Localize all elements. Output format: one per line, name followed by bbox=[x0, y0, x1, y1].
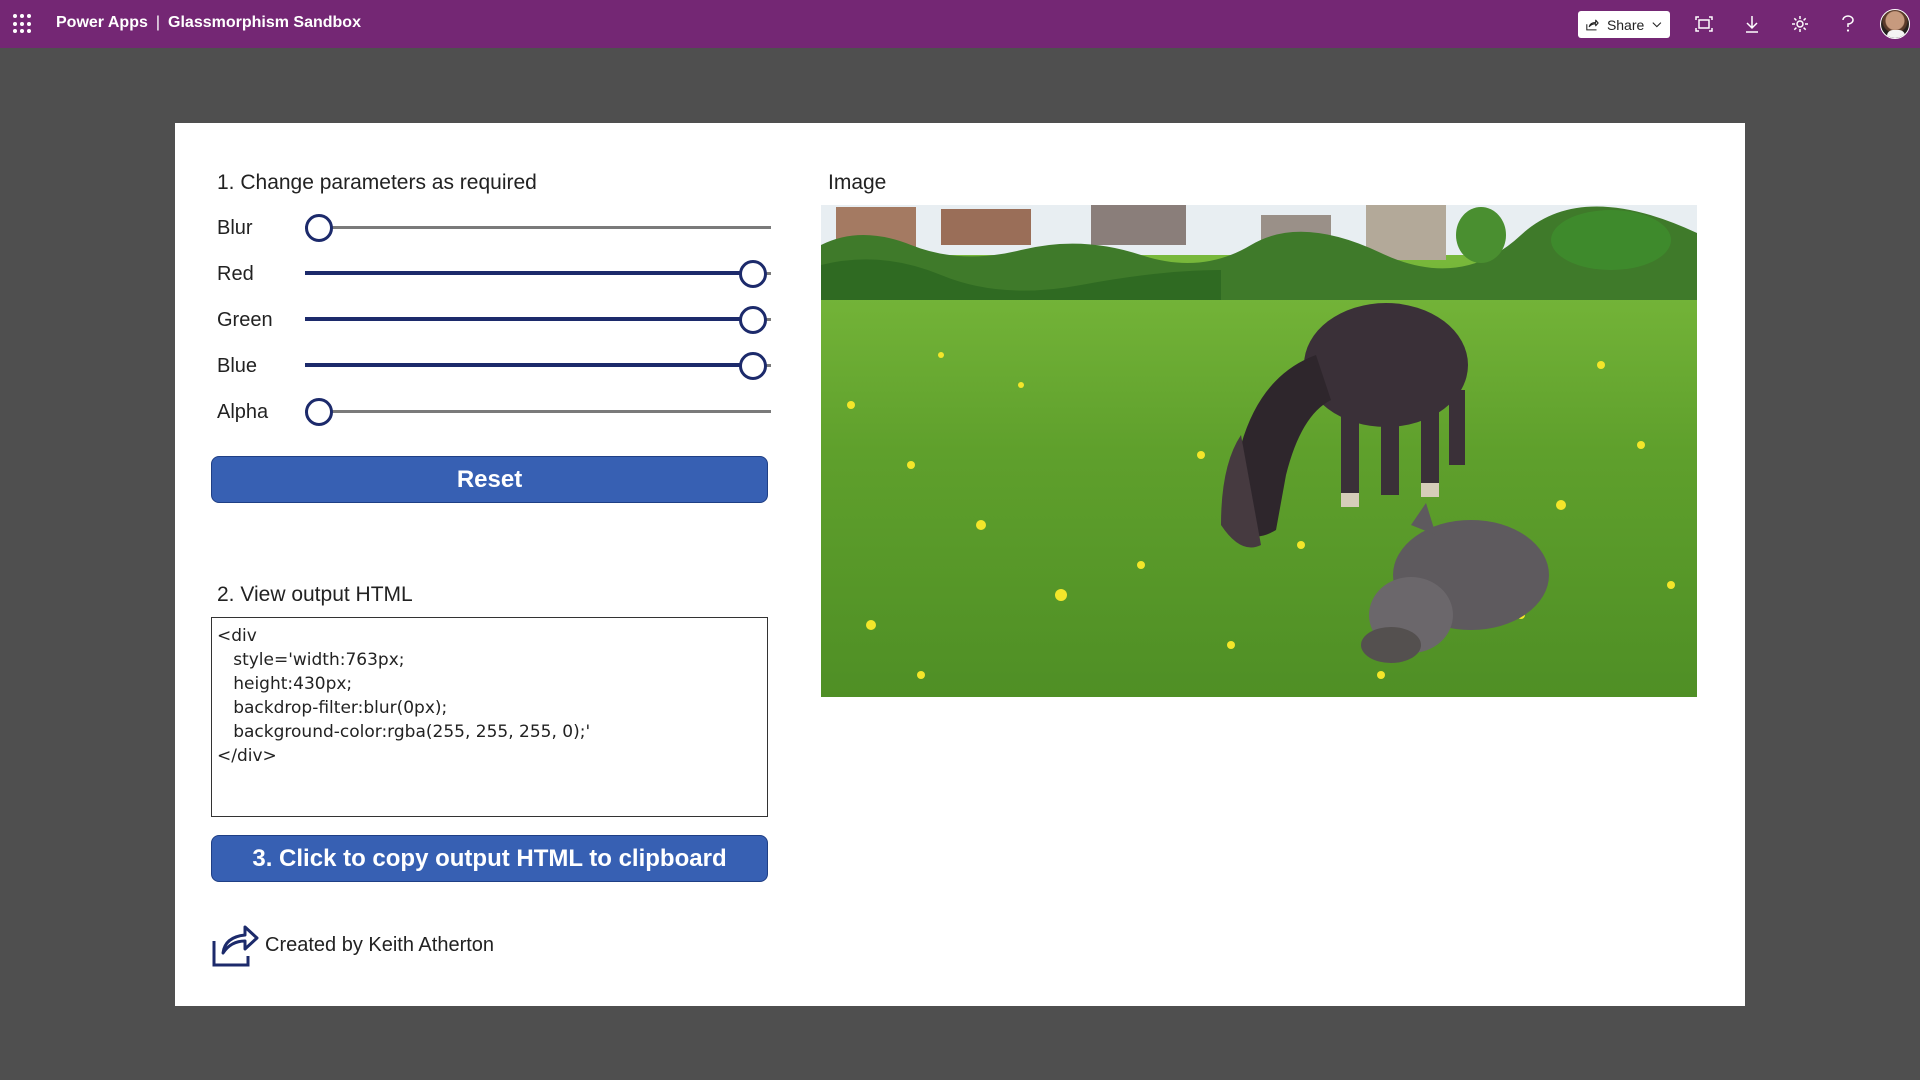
chevron-down-icon bbox=[1652, 21, 1662, 27]
slider-label-alpha: Alpha bbox=[217, 401, 269, 423]
product-name: Power Apps bbox=[56, 14, 148, 31]
waffle-icon[interactable] bbox=[13, 14, 33, 34]
image-heading: Image bbox=[828, 171, 887, 194]
app-canvas: 1. Change parameters as required Blur Re… bbox=[175, 123, 1745, 1006]
ponies-photo bbox=[821, 205, 1697, 697]
fit-to-screen-icon[interactable] bbox=[1692, 12, 1716, 36]
slider-thumb[interactable] bbox=[305, 398, 333, 426]
download-icon[interactable] bbox=[1740, 12, 1764, 36]
share-icon bbox=[1586, 19, 1599, 30]
blue-slider[interactable] bbox=[305, 351, 771, 381]
app-name: Glassmorphism Sandbox bbox=[168, 14, 361, 31]
reset-button[interactable]: Reset bbox=[211, 456, 768, 503]
slider-track bbox=[305, 226, 771, 229]
credit-text: Created by Keith Atherton bbox=[265, 933, 495, 956]
gear-icon[interactable] bbox=[1788, 12, 1812, 36]
slider-thumb[interactable] bbox=[739, 260, 767, 288]
slider-thumb[interactable] bbox=[305, 214, 333, 242]
slider-label-green: Green bbox=[217, 309, 273, 331]
help-icon[interactable] bbox=[1836, 12, 1860, 36]
slider-label-blur: Blur bbox=[217, 217, 253, 239]
slider-label-red: Red bbox=[217, 263, 254, 285]
parameters-heading: 1. Change parameters as required bbox=[217, 171, 537, 194]
share-arrow-icon[interactable] bbox=[211, 923, 259, 967]
copy-to-clipboard-button[interactable]: 3. Click to copy output HTML to clipboar… bbox=[211, 835, 768, 882]
app-title: Power Apps | Glassmorphism Sandbox bbox=[56, 14, 361, 32]
slider-fill bbox=[305, 317, 753, 321]
title-separator: | bbox=[155, 14, 161, 31]
slider-thumb[interactable] bbox=[739, 306, 767, 334]
blur-slider[interactable] bbox=[305, 213, 771, 243]
credit: Created by Keith Atherton bbox=[211, 923, 494, 967]
alpha-slider[interactable] bbox=[305, 397, 771, 427]
avatar[interactable] bbox=[1880, 9, 1910, 39]
slider-thumb[interactable] bbox=[739, 352, 767, 380]
output-heading: 2. View output HTML bbox=[217, 583, 413, 606]
share-label: Share bbox=[1606, 16, 1645, 33]
app-header: Power Apps | Glassmorphism Sandbox Share bbox=[0, 0, 1920, 48]
green-slider[interactable] bbox=[305, 305, 771, 335]
slider-label-blue: Blue bbox=[217, 355, 258, 377]
slider-fill bbox=[305, 363, 753, 367]
slider-fill bbox=[305, 271, 753, 275]
output-html-textbox[interactable]: <div style='width:763px; height:430px; b… bbox=[211, 617, 768, 817]
red-slider[interactable] bbox=[305, 259, 771, 289]
share-button[interactable]: Share bbox=[1578, 11, 1670, 38]
slider-track bbox=[305, 410, 771, 413]
